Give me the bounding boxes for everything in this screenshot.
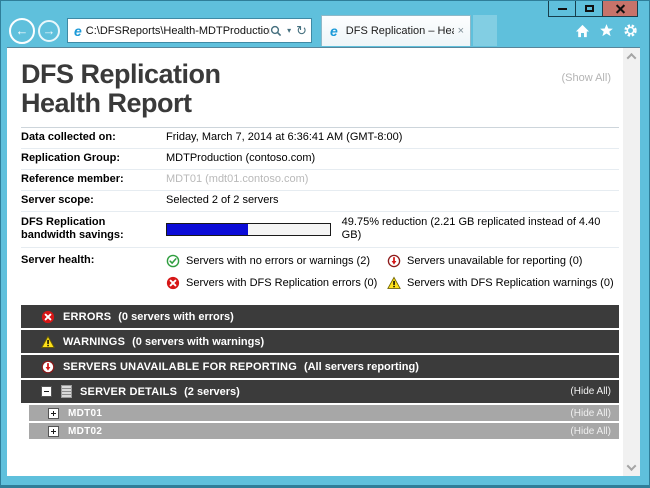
- field-data-collected: Data collected on: Friday, March 7, 2014…: [21, 128, 619, 149]
- server-row-mdt01[interactable]: MDT01 (Hide All): [29, 405, 619, 421]
- field-bandwidth-savings: DFS Replication bandwidth savings: 49.75…: [21, 212, 619, 248]
- navigation-bar: ← → e C:\DFSReports\Health-MDTProduction…: [8, 15, 642, 46]
- server-row-mdt02[interactable]: MDT02 (Hide All): [29, 423, 619, 439]
- hide-all-link[interactable]: (Hide All): [570, 426, 611, 437]
- legend-item-warnings: Servers with DFS Replication warnings (0…: [387, 276, 614, 290]
- tab-favicon-icon: e: [330, 24, 338, 38]
- browser-window: ← → e C:\DFSReports\Health-MDTProduction…: [0, 0, 650, 488]
- page-title: DFS Replication Health Report: [21, 60, 619, 118]
- field-label: DFS Replication bandwidth savings:: [21, 216, 166, 242]
- field-label: Replication Group:: [21, 152, 166, 165]
- legend-item-unavailable: Servers unavailable for reporting (0): [387, 254, 614, 268]
- scroll-down-button[interactable]: [623, 459, 640, 476]
- chevron-down-icon: [627, 461, 637, 471]
- collapse-minus-icon[interactable]: [41, 386, 52, 397]
- page-favicon-icon: e: [74, 24, 82, 38]
- field-label: Server health:: [21, 254, 166, 267]
- forward-button[interactable]: →: [38, 20, 60, 42]
- show-all-link[interactable]: (Show All): [561, 72, 611, 84]
- back-arrow-icon: ←: [16, 24, 29, 37]
- legend-text: Servers with DFS Replication errors (0): [186, 277, 377, 290]
- expand-plus-icon[interactable]: [48, 408, 59, 419]
- tab-title: DFS Replication – Health Re...: [346, 25, 454, 37]
- section-detail: (All servers reporting): [304, 361, 419, 373]
- server-name: MDT01: [68, 408, 102, 419]
- bandwidth-progress-bar: [166, 223, 331, 236]
- search-icon[interactable]: [270, 25, 282, 37]
- report-sections: ERRORS (0 servers with errors) WARNINGS …: [21, 305, 619, 439]
- minimize-button[interactable]: [548, 1, 575, 17]
- vertical-scrollbar[interactable]: [623, 48, 640, 476]
- browser-action-icons: [575, 23, 642, 38]
- chevron-up-icon: [627, 53, 637, 63]
- error-icon: [166, 276, 180, 290]
- section-title: ERRORS: [63, 311, 111, 323]
- field-label: Reference member:: [21, 173, 166, 186]
- section-detail: (0 servers with warnings): [132, 336, 264, 348]
- favorites-star-icon[interactable]: [599, 23, 614, 38]
- close-icon: [615, 3, 626, 14]
- field-label: Server scope:: [21, 194, 166, 207]
- maximize-icon: [585, 5, 594, 12]
- settings-gear-icon[interactable]: [623, 23, 638, 38]
- page-title-line2: Health Report: [21, 89, 619, 118]
- section-server-details[interactable]: SERVER DETAILS (2 servers) (Hide All): [21, 380, 619, 403]
- report-page: DFS Replication Health Report (Show All)…: [7, 48, 623, 476]
- field-label: Data collected on:: [21, 131, 166, 144]
- ok-icon: [166, 254, 180, 268]
- hide-all-link[interactable]: (Hide All): [570, 386, 611, 397]
- tab-close-icon[interactable]: ×: [458, 25, 464, 37]
- legend-text: Servers unavailable for reporting (0): [407, 255, 582, 268]
- section-detail: (2 servers): [184, 386, 240, 398]
- refresh-icon[interactable]: ↻: [296, 24, 307, 37]
- section-detail: (0 servers with errors): [118, 311, 234, 323]
- forward-arrow-icon: →: [43, 24, 56, 37]
- field-reference-member: Reference member: MDT01 (mdt01.contoso.c…: [21, 170, 619, 191]
- page-viewport: DFS Replication Health Report (Show All)…: [7, 47, 640, 476]
- unavailable-icon: [387, 254, 401, 268]
- scroll-up-button[interactable]: [623, 48, 640, 65]
- browser-tab[interactable]: e DFS Replication – Health Re... ×: [321, 15, 471, 46]
- section-title: SERVER DETAILS: [80, 386, 177, 398]
- error-icon: [41, 310, 55, 324]
- back-button[interactable]: ←: [9, 18, 35, 44]
- field-value: Friday, March 7, 2014 at 6:36:41 AM (GMT…: [166, 131, 402, 144]
- legend-text: Servers with no errors or warnings (2): [186, 255, 370, 268]
- section-servers-unavailable[interactable]: SERVERS UNAVAILABLE FOR REPORTING (All s…: [21, 355, 619, 378]
- bandwidth-progress-fill: [167, 224, 248, 235]
- address-bar[interactable]: e C:\DFSReports\Health-MDTProduction-07M…: [67, 18, 312, 43]
- bandwidth-text: 49.75% reduction (2.21 GB replicated ins…: [342, 216, 619, 242]
- report-header: DFS Replication Health Report (Show All): [21, 60, 619, 118]
- server-name: MDT02: [68, 426, 102, 437]
- minimize-icon: [558, 8, 567, 10]
- warning-icon: [387, 276, 401, 290]
- server-stack-icon: [61, 385, 72, 398]
- server-health-legend: Servers with no errors or warnings (2) S…: [166, 254, 614, 290]
- maximize-button[interactable]: [575, 1, 602, 17]
- hide-all-link[interactable]: (Hide All): [570, 408, 611, 419]
- new-tab-button[interactable]: [473, 15, 497, 46]
- address-url[interactable]: C:\DFSReports\Health-MDTProduction-07Ma: [86, 25, 270, 37]
- section-warnings[interactable]: WARNINGS (0 servers with warnings): [21, 330, 619, 353]
- home-icon[interactable]: [575, 24, 590, 38]
- field-value: MDTProduction (contoso.com): [166, 152, 315, 165]
- close-button[interactable]: [602, 1, 638, 17]
- field-server-health: Server health: Servers with no errors or…: [21, 248, 619, 298]
- section-title: WARNINGS: [63, 336, 125, 348]
- unavailable-icon: [41, 360, 55, 374]
- legend-item-ok: Servers with no errors or warnings (2): [166, 254, 387, 268]
- legend-item-errors: Servers with DFS Replication errors (0): [166, 276, 387, 290]
- field-replication-group: Replication Group: MDTProduction (contos…: [21, 149, 619, 170]
- page-title-line1: DFS Replication: [21, 60, 619, 89]
- window-controls: [548, 1, 638, 17]
- section-errors[interactable]: ERRORS (0 servers with errors): [21, 305, 619, 328]
- legend-text: Servers with DFS Replication warnings (0…: [407, 277, 614, 290]
- field-value: Selected 2 of 2 servers: [166, 194, 279, 207]
- expand-plus-icon[interactable]: [48, 426, 59, 437]
- field-server-scope: Server scope: Selected 2 of 2 servers: [21, 191, 619, 212]
- section-title: SERVERS UNAVAILABLE FOR REPORTING: [63, 361, 297, 373]
- warning-icon: [41, 335, 55, 349]
- address-dropdown-icon[interactable]: ▾: [287, 26, 291, 35]
- field-value: MDT01 (mdt01.contoso.com): [166, 173, 308, 186]
